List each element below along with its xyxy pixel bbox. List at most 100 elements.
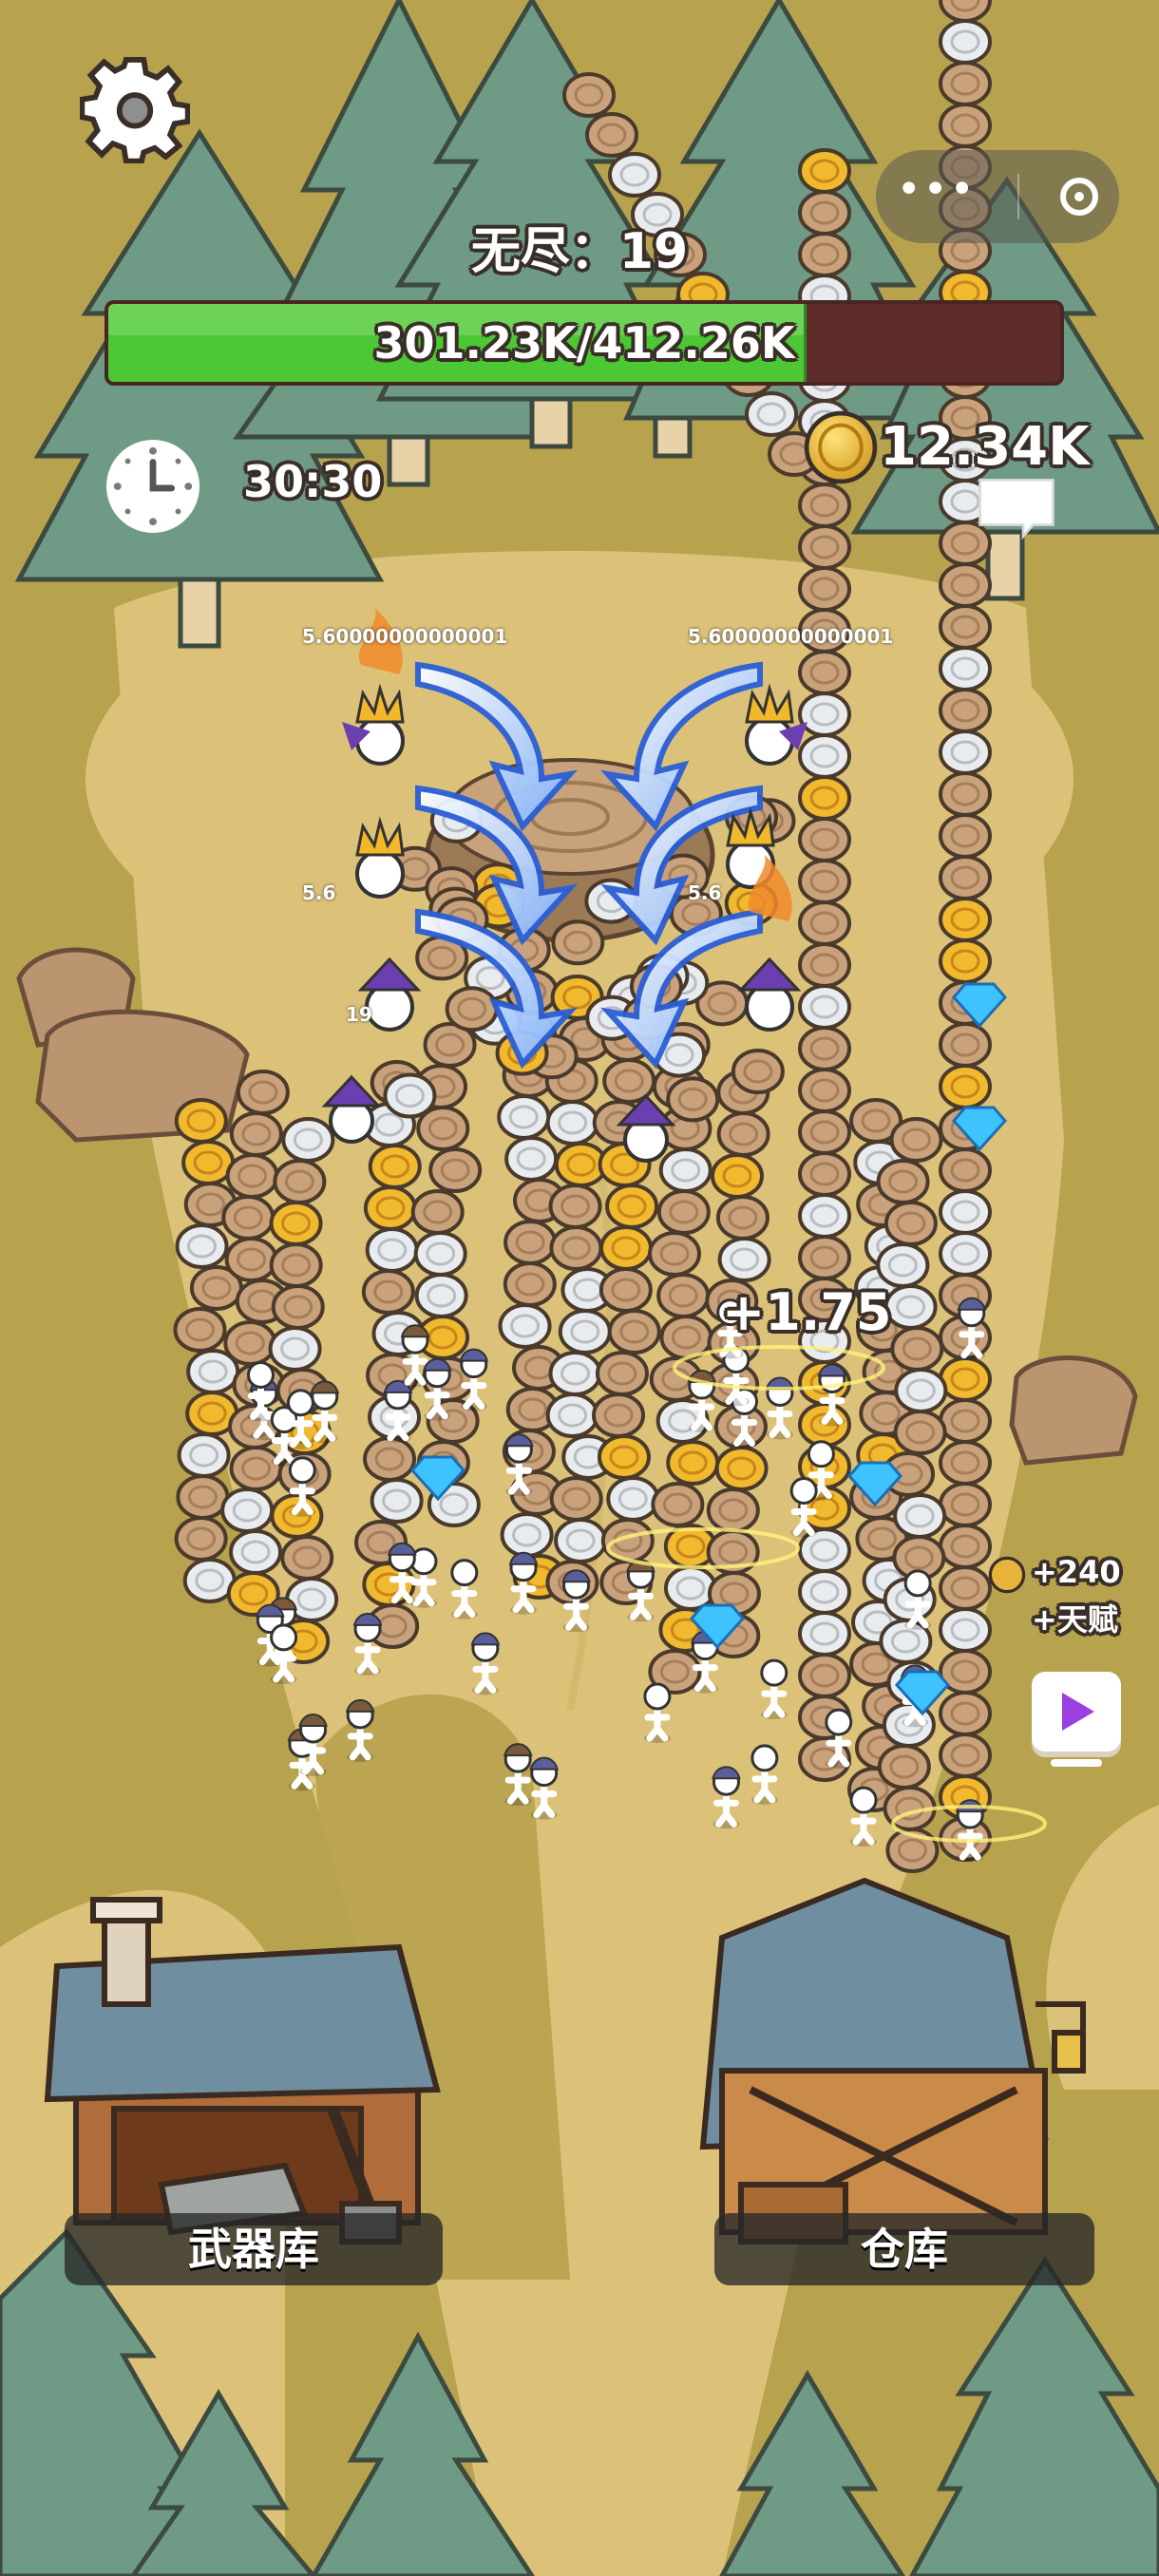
- wood-coin: [504, 1220, 558, 1265]
- wood-coin: [798, 483, 851, 528]
- wood-coin: [798, 1109, 851, 1155]
- wood-coin: [651, 1482, 705, 1527]
- silver-coin: [413, 1231, 467, 1277]
- wood-coin: [229, 1111, 283, 1157]
- silver-coin: [884, 1284, 938, 1330]
- wood-coin: [221, 1195, 276, 1241]
- video-ad-button[interactable]: [1032, 1672, 1121, 1767]
- silver-coin: [798, 984, 851, 1030]
- wood-coin: [595, 1351, 649, 1396]
- wood-coin: [939, 562, 992, 608]
- boss-hp-bar: 301.23K/412.26K: [104, 300, 1064, 386]
- wood-coin: [410, 1189, 465, 1235]
- silver-coin: [658, 1147, 712, 1193]
- wood-coin: [656, 1189, 711, 1235]
- close-target-icon[interactable]: [1060, 178, 1099, 216]
- wood-coin: [939, 1022, 992, 1068]
- silver-coin: [558, 1309, 612, 1354]
- coin-count: 12.34K: [880, 416, 1090, 478]
- enemy-hp-label: 5.60000000000001: [688, 625, 894, 648]
- wood-coin: [592, 1392, 646, 1438]
- gold-coin: [714, 1446, 769, 1491]
- wood-coin: [706, 1487, 760, 1533]
- wood-coin: [939, 688, 992, 733]
- wood-coin: [224, 1237, 278, 1282]
- gold-coin: [939, 1064, 992, 1109]
- gold-coin: [368, 1144, 422, 1189]
- wood-coin: [939, 771, 992, 817]
- wood-coin: [939, 1565, 992, 1611]
- wood-coin: [890, 1326, 944, 1372]
- enemy-hp-label: 5.6: [302, 881, 336, 904]
- wood-coin: [562, 72, 616, 118]
- wood-coin: [585, 112, 638, 158]
- silver-coin: [177, 1432, 231, 1478]
- silver-coin: [745, 391, 798, 437]
- warehouse-building[interactable]: [699, 1877, 1086, 2245]
- wood-coin: [798, 566, 851, 612]
- wood-coin: [273, 1159, 327, 1204]
- gold-coin: [181, 1140, 236, 1185]
- wood-coin: [939, 855, 992, 900]
- wood-coin: [269, 1242, 323, 1288]
- damage-popup: +1.75: [722, 1282, 892, 1342]
- armory-button[interactable]: 武器库: [65, 2213, 443, 2285]
- enemy-hp-label: 5.60000000000001: [302, 625, 508, 648]
- wood-coin: [798, 1026, 851, 1071]
- wood-coin: [889, 1117, 943, 1163]
- silver-coin: [498, 1303, 552, 1349]
- boss-hp-text: 301.23K/412.26K: [373, 317, 795, 369]
- silver-coin: [383, 1072, 437, 1119]
- capsule-divider: [1016, 174, 1019, 219]
- gold-coin: [269, 1201, 323, 1246]
- wood-coin: [715, 1195, 770, 1241]
- wood-coin: [939, 604, 992, 650]
- settings-gear-icon[interactable]: [80, 53, 190, 163]
- video-icon-base: [1051, 1759, 1102, 1767]
- more-icon[interactable]: •••: [897, 169, 977, 211]
- wood-coin: [939, 103, 992, 148]
- coin-icon: [988, 1556, 1026, 1594]
- gold-coin: [174, 1098, 228, 1144]
- silver-coin: [554, 1518, 608, 1563]
- wood-coin: [361, 1269, 415, 1315]
- silver-coin: [608, 152, 661, 198]
- wood-coin: [798, 1235, 851, 1280]
- wood-coin: [876, 1159, 930, 1204]
- game-scene: [0, 0, 1159, 2576]
- wood-coin: [236, 1070, 290, 1115]
- chat-icon[interactable]: [975, 475, 1058, 541]
- silver-coin: [894, 1368, 948, 1413]
- silver-coin: [606, 1476, 660, 1522]
- wood-coin: [798, 1068, 851, 1113]
- wood-coin: [798, 1151, 851, 1197]
- wood-coin: [445, 986, 499, 1032]
- round-timer: 30:30: [243, 456, 383, 507]
- silver-coin: [220, 1487, 275, 1533]
- wood-coin: [551, 919, 605, 966]
- wood-coin: [798, 1653, 851, 1698]
- wood-coin: [939, 1147, 992, 1193]
- silver-coin: [500, 1512, 554, 1558]
- wood-coin: [503, 1261, 557, 1307]
- silver-coin: [365, 1227, 419, 1273]
- warehouse-button[interactable]: 仓库: [714, 2213, 1094, 2285]
- silver-coin: [798, 1569, 851, 1615]
- wood-coin: [893, 1410, 947, 1455]
- wood-coin: [225, 1153, 279, 1199]
- gold-coin: [798, 775, 851, 821]
- wood-coin: [716, 1111, 770, 1157]
- silver-coin: [175, 1223, 229, 1269]
- silver-coin: [798, 1193, 851, 1239]
- silver-coin: [370, 1478, 424, 1524]
- wood-coin: [939, 1398, 992, 1444]
- wood-coin: [549, 1476, 603, 1522]
- wood-coin: [798, 650, 851, 695]
- silver-coin: [798, 1611, 851, 1657]
- gold-coin: [798, 148, 851, 194]
- wood-coin: [939, 1524, 992, 1569]
- silver-coin: [798, 733, 851, 779]
- wood-coin: [939, 1482, 992, 1527]
- silver-coin: [497, 1094, 551, 1140]
- wood-coin: [666, 1076, 720, 1123]
